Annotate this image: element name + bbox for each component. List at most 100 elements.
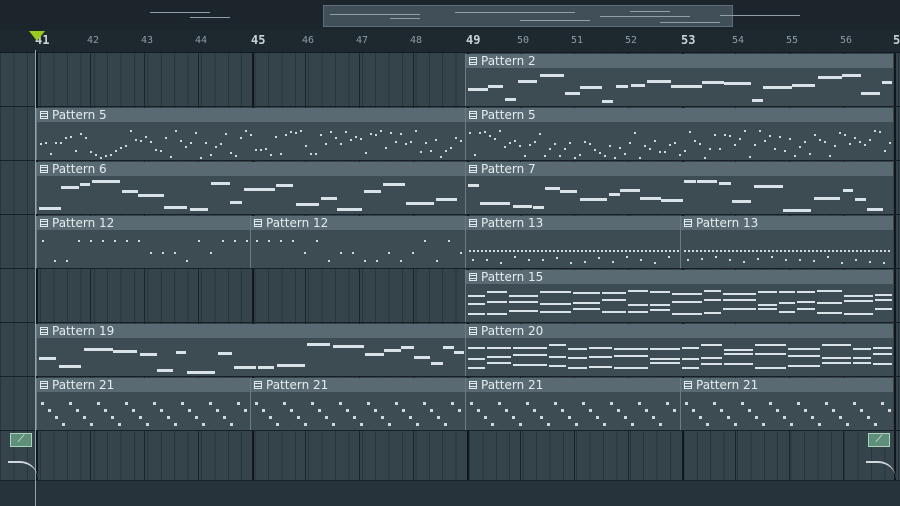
note [381,416,384,419]
clip-header[interactable]: Pattern 12 [251,216,465,230]
note [100,157,102,159]
clip-header[interactable]: Pattern 21 [466,378,680,392]
note [744,130,746,132]
clip-header[interactable]: Pattern 21 [37,378,250,392]
pattern-clip[interactable]: Pattern 20 [465,324,893,376]
note [316,240,318,242]
pattern-clip[interactable]: Pattern 13 [465,216,680,268]
pattern-clip[interactable]: Pattern 21 [36,378,250,430]
pattern-clip[interactable]: Pattern 5 [465,108,893,160]
pattern-menu-icon[interactable] [469,381,477,389]
clip-header[interactable]: Pattern 12 [37,216,250,230]
clip-header[interactable]: Pattern 7 [466,162,893,176]
note [130,130,132,132]
pattern-menu-icon[interactable] [254,381,262,389]
pattern-menu-icon[interactable] [40,327,48,335]
note [365,152,367,154]
clip-header[interactable]: Pattern 15 [466,270,893,284]
playlist-overview[interactable] [0,0,900,30]
note [549,344,566,346]
clip-header[interactable]: Pattern 6 [37,162,465,176]
note [800,250,802,252]
note [684,250,686,252]
pattern-clip[interactable]: Pattern 7 [465,162,893,214]
clip-header[interactable]: Pattern 21 [251,378,465,392]
clip-header[interactable]: Pattern 20 [466,324,893,338]
pattern-menu-icon[interactable] [469,165,477,173]
playlist-track[interactable]: Pattern 12 Pattern 12 Pattern 13 Pattern 13 [0,215,900,269]
pattern-clip[interactable]: Pattern 21 [465,378,680,430]
playlist-track[interactable]: Pattern 19 Pattern 20 [0,323,900,377]
note [325,416,328,419]
note [573,250,575,252]
note [844,134,846,136]
note [244,188,275,191]
note [513,205,532,208]
note [843,189,853,192]
note [321,197,337,200]
note [619,147,621,149]
pattern-menu-icon[interactable] [40,165,48,173]
note [146,423,149,426]
clip-header[interactable]: Pattern 21 [681,378,893,392]
clip-header[interactable]: Pattern 5 [466,108,893,122]
pattern-menu-icon[interactable] [469,219,477,227]
note [509,295,538,297]
clip-header[interactable]: Pattern 5 [37,108,465,122]
note [853,362,871,364]
pattern-clip[interactable]: Pattern 5 [36,108,465,160]
pattern-menu-icon[interactable] [469,327,477,335]
note [537,250,539,252]
pattern-menu-icon[interactable] [469,57,477,65]
note [237,402,240,405]
pattern-menu-icon[interactable] [40,111,48,119]
note [80,183,90,186]
note [332,423,335,426]
note [772,250,774,252]
pattern-clip[interactable]: Pattern 21 [680,378,893,430]
playlist-track[interactable]: Pattern 5 Pattern 5 [0,107,900,161]
pattern-menu-icon[interactable] [40,219,48,227]
clip-header[interactable]: Pattern 2 [466,54,893,68]
pattern-menu-icon[interactable] [469,273,477,281]
note [596,416,599,419]
pattern-menu-icon[interactable] [254,219,262,227]
pattern-menu-icon[interactable] [469,111,477,119]
pattern-clip[interactable]: Pattern 19 [36,324,465,376]
clip-header[interactable]: Pattern 13 [681,216,893,230]
pattern-clip[interactable]: Pattern 12 [36,216,250,268]
playlist-track[interactable]: Pattern 21 Pattern 21 Pattern 21 Pattern 21 [0,377,900,431]
pattern-clip[interactable]: Pattern 13 [680,216,893,268]
note [684,150,686,152]
pattern-clip[interactable]: Pattern 12 [250,216,465,268]
note [533,250,535,252]
note [677,250,679,252]
note [560,190,577,193]
note [509,250,511,252]
clip-header[interactable]: Pattern 19 [37,324,465,338]
pattern-clip[interactable]: Pattern 15 [465,270,893,322]
note [706,423,709,426]
pattern-clip[interactable]: Pattern 2 [465,54,893,106]
playlist-track[interactable] [0,431,900,481]
pattern-clip[interactable]: Pattern 6 [36,162,465,214]
automation-clip-icon[interactable]: ⟋ [10,433,32,447]
note [328,260,330,262]
grid-line [198,53,199,106]
playlist-track[interactable]: Pattern 15 [0,269,900,323]
timeline-ruler[interactable]: 41 42 43 44 45 46 47 48 49 50 51 52 53 54 55 56 5 [0,30,900,53]
grid-line [894,323,896,376]
grid-line [305,53,306,106]
pattern-menu-icon[interactable] [684,381,692,389]
clip-header[interactable]: Pattern 13 [466,216,680,230]
pattern-clip[interactable]: Pattern 21 [250,378,465,430]
note [701,344,722,346]
note [484,416,487,419]
pattern-menu-icon[interactable] [684,219,692,227]
playlist-track[interactable]: Pattern 2 [0,53,900,107]
note [474,154,476,156]
pattern-menu-icon[interactable] [40,381,48,389]
automation-clip-icon[interactable]: ⟋ [868,433,890,447]
playlist-track[interactable]: Pattern 6 Pattern 7 [0,161,900,215]
playhead-marker-icon[interactable] [29,31,45,41]
